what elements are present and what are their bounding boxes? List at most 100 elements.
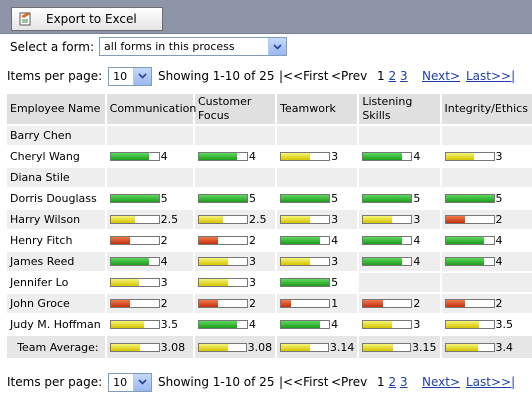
score-meter: 2 [444,213,530,226]
team-average-row: Team Average: 3.08 3.08 3.14 3.15 3.4 [7,336,532,358]
score-value: 3 [160,276,168,289]
score-bar-fill [110,343,141,351]
score-cell-communication: 3 [107,273,193,292]
table-row[interactable]: Cheryl Wang 4 4 3 4 3 [7,147,532,166]
prev-page-link[interactable]: <Prev [331,375,367,389]
chevron-down-icon [273,43,282,50]
score-value: 3 [495,150,503,163]
page-link-3[interactable]: 3 [400,69,408,83]
first-page-link[interactable]: |<<First [279,69,328,83]
score-value: 4 [331,234,339,247]
items-per-page-select[interactable]: 10 [108,66,153,86]
table-row[interactable]: Henry Fitch 2 2 4 4 4 [7,231,532,250]
score-cell-listening-skills [359,273,440,292]
score-cell-customer-focus [194,168,276,187]
score-cell-communication: 3.08 [106,336,193,358]
first-page-link[interactable]: |<<First [279,375,328,389]
employee-name: Dorris Douglass [10,192,97,205]
last-page-link[interactable]: Last>>| [466,69,515,83]
score-value: 2 [248,297,256,310]
score-bar [109,320,160,329]
items-per-page-dropdown-button[interactable] [133,67,152,85]
table-header-row: Employee Name Communication Customer Foc… [7,94,532,124]
score-cell-customer-focus: 2 [195,231,275,250]
table-row[interactable]: Harry Wilson 2.5 2.5 3 3 2 [7,210,532,229]
score-value: 3.5 [495,318,514,331]
page-link-3[interactable]: 3 [400,375,408,389]
score-value: 2 [160,234,168,247]
page-numbers: 1 2 3 [377,375,408,389]
score-cell-integrity-ethics: 2 [441,294,532,313]
score-bar [109,152,160,161]
score-meter: 5 [444,192,530,205]
table-row[interactable]: John Groce 2 2 1 2 2 [7,294,532,313]
score-bar [362,215,413,224]
score-bar [444,236,495,245]
page-link-2[interactable]: 2 [388,375,396,389]
next-page-link[interactable]: Next> [422,375,460,389]
score-cell-communication: 2 [107,231,193,250]
score-bar-fill [110,300,130,307]
score-meter: 4 [280,234,354,247]
table-row[interactable]: Jennifer Lo 3 3 5 [7,273,532,292]
table-row[interactable]: Judy M. Hoffman 3.5 4 4 3 3.5 [7,315,532,334]
score-bar [362,194,413,203]
score-cell-customer-focus: 3.08 [194,336,276,358]
score-cell-integrity-ethics: 2 [441,210,532,229]
table-row[interactable]: Diana Stile [7,168,532,187]
score-cell-communication: 4 [106,252,193,271]
score-bar-fill [281,343,311,351]
employee-name: James Reed [7,252,105,271]
form-select[interactable]: all forms in this process [99,37,288,56]
select-form-label: Select a form: [10,39,95,54]
items-per-page-select[interactable]: 10 [108,372,153,392]
score-bar-fill [281,300,291,307]
score-cell-listening-skills [359,126,440,145]
score-bar [197,299,248,308]
score-cell-teamwork: 5 [277,273,357,292]
score-bar [109,299,160,308]
last-page-link[interactable]: Last>>| [466,375,515,389]
score-bar-fill [363,153,402,160]
score-meter: 3 [109,276,190,289]
score-bar [444,152,495,161]
score-bar [197,194,248,203]
score-bar-fill [445,300,465,307]
score-meter: 4 [280,318,354,331]
score-bar-fill [363,237,402,244]
score-cell-listening-skills: 4 [359,252,440,271]
table-row[interactable]: Barry Chen [7,126,532,145]
score-meter: 2 [109,297,190,310]
score-cell-listening-skills: 5 [359,189,439,208]
score-bar-fill [445,195,494,202]
employee-name: Barry Chen [7,126,105,145]
score-meter: 3 [280,213,354,226]
score-bar-fill [198,321,238,328]
score-bar-fill [445,153,475,160]
score-value: 3.08 [160,340,186,354]
table-row[interactable]: Dorris Douglass 5 5 5 5 5 [7,189,532,208]
page-link-2[interactable]: 2 [388,69,396,83]
employee-name: Jennifer Lo [10,276,69,289]
score-value: 4 [160,150,168,163]
score-cell-teamwork: 4 [277,315,357,334]
score-bar-fill [281,258,310,265]
score-bar-fill [110,237,130,244]
chevron-down-icon [138,379,147,385]
form-select-dropdown-button[interactable] [268,38,287,55]
score-meter: 4 [197,318,272,331]
score-meter: 3 [444,150,530,163]
score-meter: 3.5 [109,318,190,331]
score-value: 5 [495,192,503,205]
table-row[interactable]: James Reed 4 3 3 4 4 [7,252,532,271]
prev-page-link[interactable]: <Prev [331,69,367,83]
next-page-link[interactable]: Next> [422,69,460,83]
score-meter: 2 [197,234,272,247]
score-bar [444,342,495,352]
score-bar [280,342,329,352]
score-bar-fill [281,153,310,160]
score-cell-teamwork: 3 [277,147,357,166]
items-per-page-dropdown-button[interactable] [133,373,152,391]
score-meter: 3.08 [109,340,190,354]
export-to-excel-button[interactable]: Export to Excel [11,7,163,31]
